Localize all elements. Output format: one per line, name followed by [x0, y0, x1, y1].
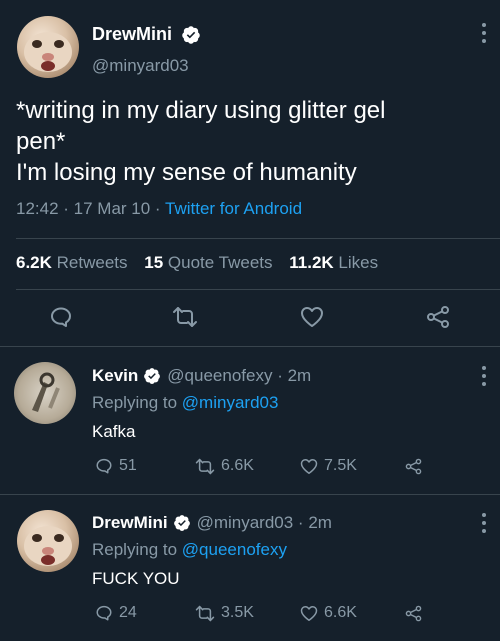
retweet-button[interactable]: 3.5K: [195, 604, 300, 622]
like-count: 6.6K: [324, 604, 357, 621]
reply-count: 51: [119, 457, 137, 474]
replying-to-line: Replying to @minyard03: [92, 393, 279, 412]
tweet-text: *writing in my diary using glitter gel p…: [16, 95, 385, 188]
share-icon: [405, 458, 422, 474]
reply-icon[interactable]: [49, 305, 73, 329]
retweets-stat[interactable]: 6.2K Retweets: [16, 253, 128, 272]
replying-to-link[interactable]: @queenofexy: [182, 540, 287, 559]
share-icon: [405, 605, 422, 621]
reply-display-name[interactable]: Kevin: [92, 366, 138, 386]
reply-avatar[interactable]: [14, 362, 76, 424]
like-icon[interactable]: [300, 306, 324, 328]
verified-badge-icon: [173, 515, 190, 531]
tweet-text-line: I'm losing my sense of humanity: [16, 159, 357, 186]
share-button[interactable]: [405, 605, 422, 622]
replying-to-line: Replying to @queenofexy: [92, 540, 287, 559]
quote-tweets-stat[interactable]: 15 Quote Tweets: [144, 253, 272, 272]
reply-text: FUCK YOU: [92, 569, 180, 588]
reply-button[interactable]: 24: [95, 604, 195, 622]
divider: [0, 346, 500, 347]
reply-handle[interactable]: @queenofexy: [167, 366, 272, 386]
reply-actions: 51 6.6K 7.5K: [95, 457, 422, 475]
author-avatar[interactable]: [17, 16, 79, 78]
retweet-icon: [195, 458, 215, 474]
reply-time: 2m: [287, 366, 312, 385]
reply-count: 24: [119, 604, 137, 621]
reply-handle[interactable]: @minyard03: [197, 513, 294, 533]
tweet-source-link[interactable]: Twitter for Android: [165, 199, 302, 218]
tweet-meta: 12:42 · 17 Mar 10 · Twitter for Android: [16, 199, 303, 218]
tweet-text-line: pen*: [16, 128, 66, 155]
reply-display-name[interactable]: DrewMini: [92, 513, 168, 533]
like-icon: [300, 605, 318, 621]
retweet-count: 3.5K: [221, 604, 254, 621]
author-handle[interactable]: @minyard03: [92, 56, 189, 76]
more-vertical-icon[interactable]: [480, 513, 488, 533]
replying-to-link[interactable]: @minyard03: [182, 393, 279, 412]
tweet-time[interactable]: 12:42: [16, 199, 59, 218]
reply-button[interactable]: 51: [95, 457, 195, 475]
engagement-stats: 6.2K Retweets 15 Quote Tweets 11.2K Like…: [16, 253, 378, 273]
reply-icon: [96, 605, 112, 621]
retweet-count: 6.6K: [221, 457, 254, 474]
verified-badge-icon: [182, 26, 200, 44]
share-button[interactable]: [405, 458, 422, 475]
more-vertical-icon[interactable]: [480, 366, 488, 386]
reply-header: Kevin @queenofexy · 2m: [92, 366, 312, 386]
reply-text: Kafka: [92, 422, 136, 441]
reply-actions: 24 3.5K 6.6K: [95, 604, 422, 622]
more-vertical-icon[interactable]: [480, 23, 488, 43]
retweet-icon: [195, 605, 215, 621]
author-display-name[interactable]: DrewMini: [92, 24, 172, 45]
divider: [16, 238, 500, 239]
reply-avatar[interactable]: [17, 510, 79, 572]
tweet-date[interactable]: 17 Mar 10: [74, 199, 151, 218]
reply-header: DrewMini @minyard03 · 2m: [92, 513, 332, 533]
likes-stat[interactable]: 11.2K Likes: [289, 253, 378, 272]
divider: [0, 494, 500, 495]
like-count: 7.5K: [324, 457, 357, 474]
tweet-text-line: *writing in my diary using glitter gel: [16, 97, 386, 124]
share-icon[interactable]: [426, 305, 450, 329]
retweet-button[interactable]: 6.6K: [195, 457, 300, 475]
reply-icon: [96, 458, 112, 474]
divider: [16, 289, 500, 290]
reply-time: 2m: [308, 513, 332, 532]
like-button[interactable]: 7.5K: [300, 457, 405, 475]
like-icon: [300, 458, 318, 474]
like-button[interactable]: 6.6K: [300, 604, 405, 622]
verified-badge-icon: [144, 368, 161, 384]
retweet-icon[interactable]: [172, 306, 198, 328]
